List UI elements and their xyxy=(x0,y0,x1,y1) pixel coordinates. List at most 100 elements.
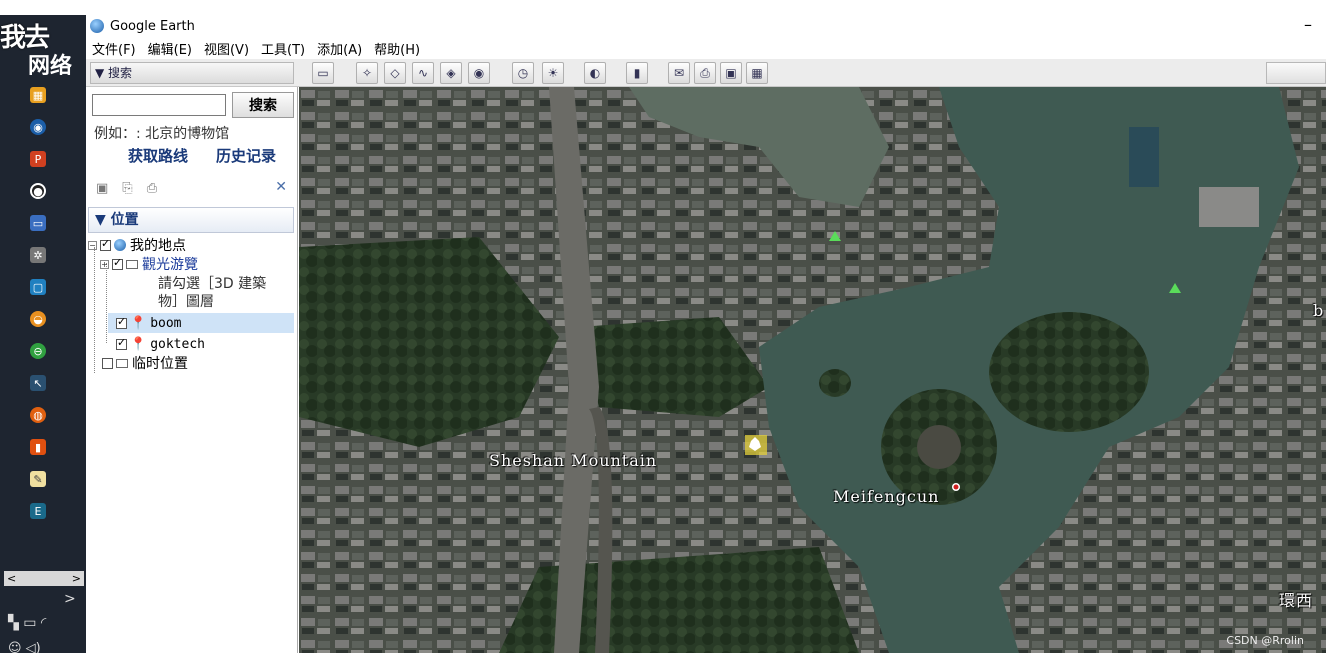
add-placemark-icon: ✧ xyxy=(361,66,373,80)
add-placemark-button[interactable]: ✧ xyxy=(356,62,378,84)
tree-guide xyxy=(94,247,95,373)
minimize-button[interactable]: – xyxy=(1304,15,1312,34)
menu-tools[interactable]: 工具(T) xyxy=(261,39,305,58)
pointer-app-icon[interactable]: ↖ xyxy=(30,375,46,391)
taskbar-scrollbar[interactable]: < > xyxy=(4,571,84,586)
green-app-icon[interactable]: ⊖ xyxy=(30,343,46,359)
chevron-icon[interactable]: > xyxy=(64,591,76,607)
map-label-sheshan-mountain[interactable]: Sheshan Mountain xyxy=(489,451,657,470)
places-header[interactable]: ▼ 位置 xyxy=(88,207,294,233)
folder-icon xyxy=(126,259,138,269)
sign-in-button[interactable] xyxy=(1266,62,1326,84)
historical-imagery-button[interactable]: ◷ xyxy=(512,62,534,84)
print-icon: ⎙ xyxy=(700,65,710,80)
overlay-text-line2: 网络 xyxy=(28,54,73,79)
record-tour-icon: ◉ xyxy=(473,66,485,80)
menu-add[interactable]: 添加(A) xyxy=(317,39,362,58)
os-taskbar: 我去 网络 ▦ ◉ P ● ▭ ✲ ▢ ◒ ⊖ ↖ ◍ ▮ ✎ E < > > … xyxy=(0,15,86,653)
teal-app-icon[interactable]: E xyxy=(30,503,46,519)
map-label-partial[interactable]: b xyxy=(1313,301,1324,320)
get-directions-link[interactable]: 获取路线 xyxy=(128,145,188,166)
firefox-icon[interactable]: ◍ xyxy=(30,407,46,423)
copy-icon[interactable]: ⎘ xyxy=(122,181,132,196)
tree-item-sightseeing[interactable]: + 觀光游覽 xyxy=(100,254,198,274)
save-image-icon: ▣ xyxy=(725,66,737,80)
tree-item-temporary-places[interactable]: 临时位置 xyxy=(102,353,188,373)
orange-tile-icon[interactable]: ▮ xyxy=(30,439,46,455)
sunlight-button[interactable]: ☀ xyxy=(542,62,564,84)
tree-item-boom[interactable]: 📍 boom xyxy=(116,313,182,333)
tree-guide xyxy=(106,263,107,343)
menu-view[interactable]: 视图(V) xyxy=(204,39,249,58)
expand-icon[interactable]: + xyxy=(100,259,109,269)
add-polygon-icon: ◇ xyxy=(390,66,400,80)
earth-icon xyxy=(114,239,126,251)
sunlight-icon: ☀ xyxy=(547,66,559,80)
history-link[interactable]: 历史记录 xyxy=(216,145,276,166)
add-polygon-button[interactable]: ◇ xyxy=(384,62,406,84)
title-bar: Google Earth – xyxy=(86,15,1326,37)
ruler-button[interactable]: ▮ xyxy=(626,62,648,84)
goktech-checkbox[interactable] xyxy=(116,336,127,350)
tree-note-line1: 請勾選［3D 建築 xyxy=(158,276,267,292)
planets-button[interactable]: ◐ xyxy=(584,62,606,84)
placemark-pin-icon: 📍 xyxy=(130,336,147,352)
email-button[interactable]: ✉ xyxy=(668,62,690,84)
map-view[interactable]: Sheshan Mountain Meifengcun 環西 b CSDN @R… xyxy=(299,87,1326,653)
app-grid-icon[interactable]: ▦ xyxy=(30,87,46,103)
orange-app-icon[interactable]: ◒ xyxy=(30,311,46,327)
menu-help[interactable]: 帮助(H) xyxy=(374,39,420,58)
search-button[interactable]: 搜索 xyxy=(232,92,294,118)
panel-icons: ▣ ⎘ ⎙ xyxy=(96,181,157,196)
menu-bar: 文件(F) 编辑(E) 视图(V) 工具(T) 添加(A) 帮助(H) xyxy=(86,37,1326,59)
sightseeing-checkbox[interactable] xyxy=(112,256,123,270)
powerpoint-icon[interactable]: P xyxy=(30,151,46,167)
blue-square-icon[interactable]: ▢ xyxy=(30,279,46,295)
window-title: Google Earth xyxy=(110,18,195,34)
placemark-pin-icon: 📍 xyxy=(130,315,147,331)
sidebar-toggle-icon: ▭ xyxy=(317,66,329,80)
add-path-button[interactable]: ∿ xyxy=(412,62,434,84)
print-small-icon[interactable]: ⎙ xyxy=(147,181,157,196)
search-example: 例如：: 北京的博物馆 xyxy=(94,126,230,142)
boom-checkbox[interactable] xyxy=(116,315,127,329)
close-icon[interactable]: ✕ xyxy=(275,179,287,195)
search-input[interactable] xyxy=(92,94,226,116)
historical-imagery-icon: ◷ xyxy=(517,66,529,80)
scroll-left-arrow[interactable]: < xyxy=(7,572,16,585)
google-earth-icon[interactable]: ◉ xyxy=(30,119,46,135)
temporary-places-label: 临时位置 xyxy=(132,356,188,372)
menu-file[interactable]: 文件(F) xyxy=(92,39,136,58)
view-in-maps-button[interactable]: ▦ xyxy=(746,62,768,84)
google-earth-logo-icon xyxy=(90,19,104,33)
collapse-icon[interactable]: − xyxy=(88,240,97,250)
notepad-icon[interactable]: ✎ xyxy=(30,471,46,487)
tree-item-my-places[interactable]: − 我的地点 xyxy=(88,235,186,255)
scroll-right-arrow[interactable]: > xyxy=(72,572,81,585)
map-label-huanxi[interactable]: 環西 xyxy=(1279,587,1313,611)
view-in-maps-icon: ▦ xyxy=(751,66,763,80)
map-label-meifengcun[interactable]: Meifengcun xyxy=(833,487,939,506)
menu-edit[interactable]: 编辑(E) xyxy=(148,39,192,58)
taskbar-icons: ▦ ◉ P ● ▭ ✲ ▢ ◒ ⊖ ↖ ◍ ▮ ✎ E xyxy=(30,87,60,535)
image-overlay-button[interactable]: ◈ xyxy=(440,62,462,84)
sidebar-toggle-button[interactable]: ▭ xyxy=(312,62,334,84)
tray-volume-icon[interactable]: ☺ ◁) xyxy=(8,641,41,653)
folder-icon[interactable]: ▣ xyxy=(96,181,108,196)
boom-label: boom xyxy=(150,315,182,331)
save-image-button[interactable]: ▣ xyxy=(720,62,742,84)
tray-network-icon[interactable]: ▚ ▭ ◜ xyxy=(8,615,46,631)
planets-icon: ◐ xyxy=(589,66,601,80)
print-button[interactable]: ⎙ xyxy=(694,62,716,84)
record-tour-button[interactable]: ◉ xyxy=(468,62,490,84)
temporary-places-checkbox[interactable] xyxy=(102,357,113,369)
record-icon[interactable]: ● xyxy=(30,183,46,199)
settings-icon[interactable]: ✲ xyxy=(30,247,46,263)
tree-item-goktech[interactable]: 📍 goktech xyxy=(116,334,205,354)
search-panel-toggle[interactable]: ▼ 搜索 xyxy=(90,62,294,84)
image-overlay-icon: ◈ xyxy=(446,66,456,80)
add-path-icon: ∿ xyxy=(417,66,429,80)
email-icon: ✉ xyxy=(673,66,685,80)
my-places-checkbox[interactable] xyxy=(100,237,111,251)
window-icon[interactable]: ▭ xyxy=(30,215,46,231)
